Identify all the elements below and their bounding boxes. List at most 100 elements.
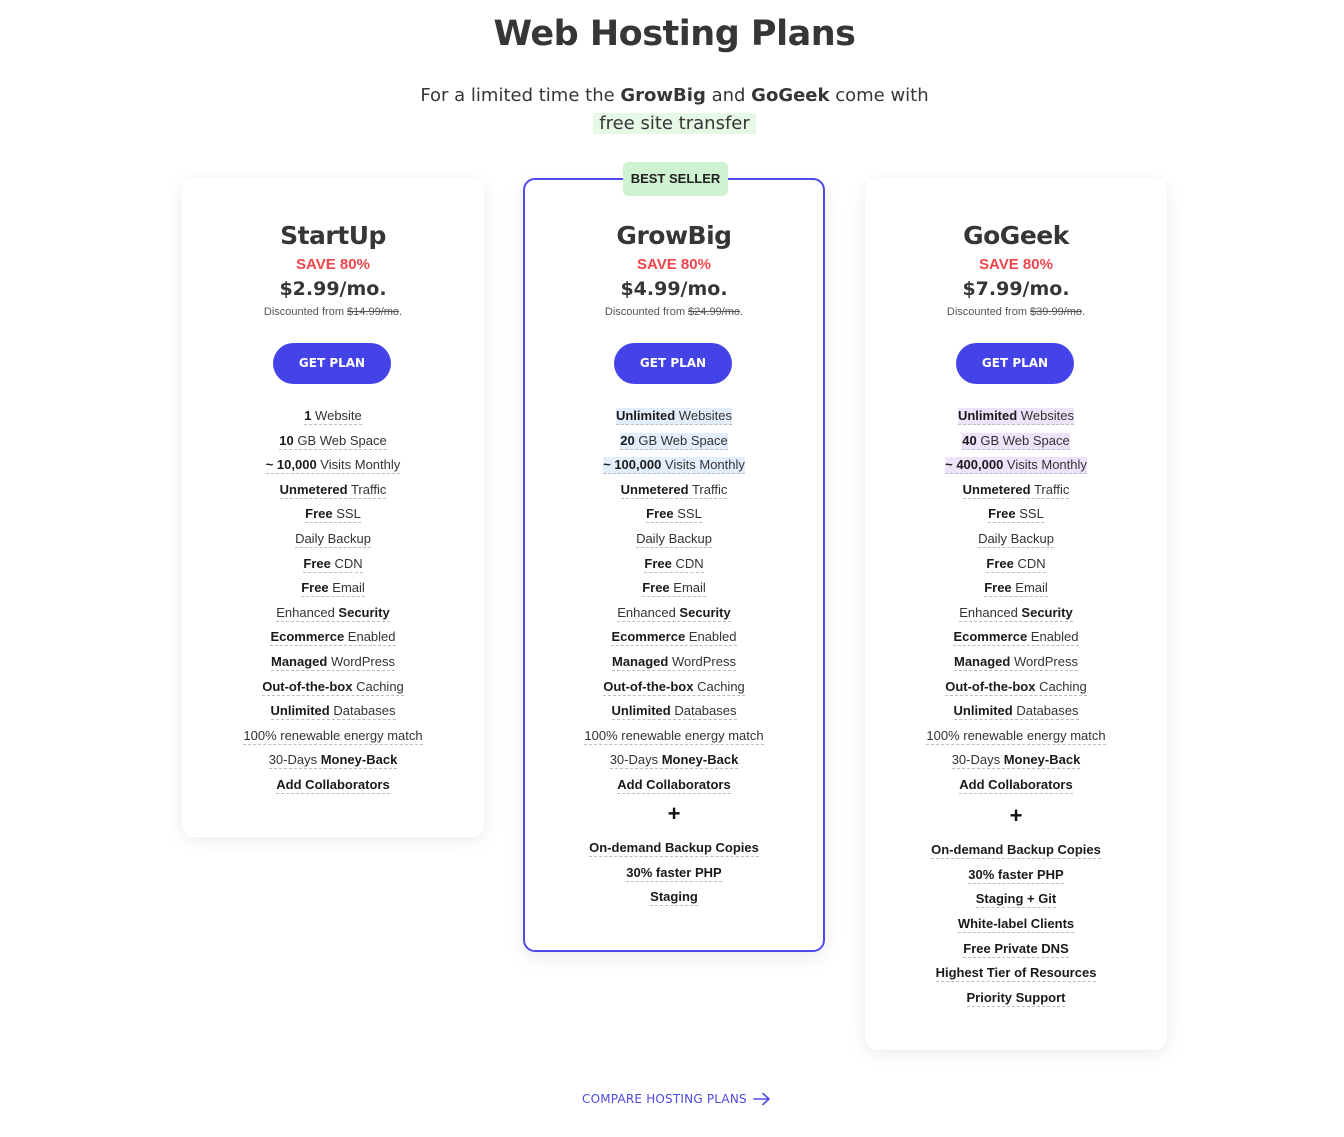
feature-tooltip-trigger[interactable]: Enhanced Security (276, 604, 390, 622)
feature-bold: Add Collaborators (276, 776, 390, 792)
feature-tooltip-trigger[interactable]: Unmetered Traffic (279, 481, 387, 499)
feature-tooltip-trigger[interactable]: Daily Backup (978, 530, 1054, 548)
feature-tooltip-trigger[interactable]: Daily Backup (295, 530, 371, 548)
extra-feature-text[interactable]: Staging + Git (975, 891, 1057, 909)
feature-item: Add Collaborators (523, 775, 825, 800)
feature-bold: Free (646, 506, 674, 522)
arrow-right-icon (753, 1092, 770, 1106)
feature-bold: Security (679, 604, 731, 620)
page-title: Web Hosting Plans (493, 14, 856, 54)
feature-tooltip-trigger[interactable]: 100% renewable energy match (243, 727, 423, 745)
compare-hosting-plans-link[interactable]: COMPARE HOSTING PLANS (582, 1092, 771, 1106)
feature-tooltip-trigger[interactable]: Free CDN (303, 555, 363, 573)
feature-bold: Unmetered (962, 481, 1031, 497)
feature-bold: ~ 400,000 (945, 457, 1004, 473)
feature-tooltip-trigger[interactable]: Managed WordPress (270, 653, 395, 671)
feature-text: SSL (673, 506, 702, 522)
feature-text: GB Web Space (634, 432, 728, 448)
feature-item: Enhanced Security (182, 603, 484, 628)
feature-tooltip-trigger[interactable]: Add Collaborators (617, 776, 731, 794)
feature-tooltip-trigger[interactable]: 10 GB Web Space (279, 432, 387, 450)
feature-tooltip-trigger[interactable]: Managed WordPress (611, 653, 736, 671)
feature-tooltip-trigger[interactable]: Enhanced Security (959, 604, 1073, 622)
feature-tooltip-trigger[interactable]: Ecommerce Enabled (270, 629, 396, 647)
feature-tooltip-trigger[interactable]: Out-of-the-box Caching (603, 678, 745, 696)
feature-tooltip-trigger[interactable]: Unlimited Websites (957, 408, 1075, 425)
feature-tooltip-trigger[interactable]: 1 Website (304, 408, 362, 425)
feature-tooltip-trigger[interactable]: ~ 400,000 Visits Monthly (945, 457, 1087, 475)
feature-tooltip-trigger[interactable]: Unmetered Traffic (620, 481, 728, 499)
feature-tooltip-trigger[interactable]: ~ 100,000 Visits Monthly (603, 457, 745, 475)
feature-text: Visits Monthly (316, 457, 401, 473)
extra-feature-text[interactable]: 30% faster PHP (626, 864, 722, 882)
feature-item: 40 GB Web Space (865, 431, 1167, 456)
discount-label: Discounted from (263, 306, 344, 318)
get-plan-button[interactable]: GET PLAN (956, 343, 1074, 384)
feature-bold: Money-Back (661, 752, 739, 768)
subtitle-and: and (711, 85, 746, 106)
feature-bold: Unmetered (620, 481, 689, 497)
feature-tooltip-trigger[interactable]: 30-Days Money-Back (609, 752, 739, 770)
feature-tooltip-trigger[interactable]: 40 GB Web Space (962, 432, 1070, 450)
feature-tooltip-trigger[interactable]: Enhanced Security (617, 604, 731, 622)
feature-tooltip-trigger[interactable]: Unlimited Databases (270, 703, 396, 721)
feature-bold: Managed (953, 653, 1011, 669)
feature-item: Enhanced Security (523, 603, 825, 628)
get-plan-button[interactable]: GET PLAN (273, 343, 391, 384)
feature-tooltip-trigger[interactable]: 100% renewable energy match (584, 727, 764, 745)
feature-item: Add Collaborators (182, 775, 484, 800)
feature-tooltip-trigger[interactable]: ~ 10,000 Visits Monthly (265, 457, 401, 475)
feature-item: Ecommerce Enabled (523, 627, 825, 652)
feature-tooltip-trigger[interactable]: Free CDN (986, 555, 1046, 573)
extra-feature-text[interactable]: On-demand Backup Copies (931, 842, 1101, 859)
feature-tooltip-trigger[interactable]: Free SSL (988, 506, 1044, 524)
feature-tooltip-trigger[interactable]: Free CDN (644, 555, 704, 573)
feature-text: Caching (1035, 678, 1087, 694)
feature-tooltip-trigger[interactable]: Managed WordPress (953, 653, 1078, 671)
feature-tooltip-trigger[interactable]: Daily Backup (636, 530, 712, 548)
feature-tooltip-trigger[interactable]: 30-Days Money-Back (268, 752, 398, 770)
feature-tooltip-trigger[interactable]: Unlimited Databases (953, 703, 1079, 721)
feature-tooltip-trigger[interactable]: Add Collaborators (276, 776, 390, 794)
feature-tooltip-trigger[interactable]: Out-of-the-box Caching (945, 678, 1087, 696)
feature-tooltip-trigger[interactable]: Free Email (642, 580, 706, 598)
feature-tooltip-trigger[interactable]: 100% renewable energy match (926, 727, 1106, 745)
feature-bold: Free (644, 555, 672, 571)
feature-item: Ecommerce Enabled (865, 627, 1167, 652)
feature-text: GB Web Space (293, 432, 387, 448)
feature-bold: Unlimited (953, 703, 1013, 719)
feature-item: Daily Backup (523, 529, 825, 554)
extra-feature-text[interactable]: Free Private DNS (963, 940, 1069, 958)
feature-tooltip-trigger[interactable]: Unmetered Traffic (962, 481, 1070, 499)
feature-tooltip-trigger[interactable]: Free SSL (305, 506, 361, 524)
extra-feature-text[interactable]: Staging (650, 889, 698, 907)
feature-text: Enhanced (276, 604, 339, 620)
extra-feature-text[interactable]: On-demand Backup Copies (589, 840, 759, 857)
feature-tooltip-trigger[interactable]: Unlimited Databases (611, 703, 737, 721)
feature-text: Enhanced (959, 604, 1022, 620)
extra-feature-text[interactable]: Highest Tier of Resources (935, 965, 1097, 983)
feature-item: Unmetered Traffic (865, 480, 1167, 505)
feature-text: WordPress (1010, 653, 1078, 669)
feature-tooltip-trigger[interactable]: Ecommerce Enabled (611, 629, 737, 647)
extra-feature-text[interactable]: 30% faster PHP (968, 866, 1064, 884)
feature-text: Enhanced (617, 604, 680, 620)
feature-tooltip-trigger[interactable]: 20 GB Web Space (620, 432, 728, 450)
extra-feature-text[interactable]: White-label Clients (957, 916, 1075, 934)
feature-tooltip-trigger[interactable]: Ecommerce Enabled (953, 629, 1079, 647)
extra-feature-text[interactable]: Priority Support (966, 990, 1066, 1008)
feature-bold: Unmetered (279, 481, 348, 497)
feature-item: Managed WordPress (523, 652, 825, 677)
feature-item: 30-Days Money-Back (182, 750, 484, 775)
feature-text: Daily Backup (295, 530, 371, 546)
feature-tooltip-trigger[interactable]: Free Email (301, 580, 365, 598)
feature-tooltip-trigger[interactable]: Free Email (984, 580, 1048, 598)
feature-tooltip-trigger[interactable]: Free SSL (646, 506, 702, 524)
get-plan-button[interactable]: GET PLAN (614, 343, 732, 384)
feature-tooltip-trigger[interactable]: Out-of-the-box Caching (262, 678, 404, 696)
feature-tooltip-trigger[interactable]: Unlimited Websites (615, 408, 733, 425)
feature-item: 30-Days Money-Back (865, 750, 1167, 775)
feature-tooltip-trigger[interactable]: Add Collaborators (959, 776, 1073, 794)
feature-tooltip-trigger[interactable]: 30-Days Money-Back (951, 752, 1081, 770)
feature-bold: Free (305, 506, 333, 522)
